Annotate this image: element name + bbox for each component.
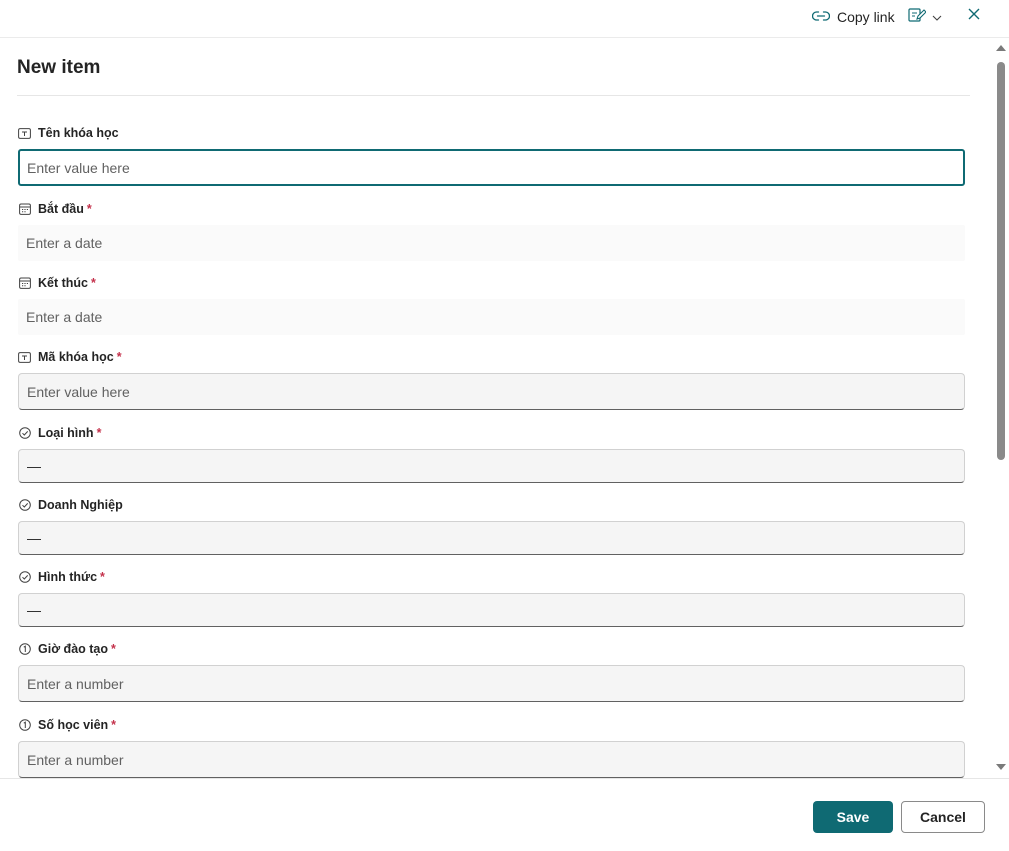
panel-footer: Save Cancel — [0, 778, 1009, 851]
choice-icon — [18, 499, 31, 512]
field-student-count: Số học viên * — [18, 717, 965, 778]
close-icon — [968, 7, 980, 25]
number-icon — [18, 643, 31, 656]
field-label-row: Tên khóa học — [18, 125, 965, 141]
field-label: Số học viên * — [38, 718, 117, 732]
field-label-row: Giờ đào tạo * — [18, 641, 965, 657]
choice-icon — [18, 571, 31, 584]
type-dropdown[interactable]: — — [18, 449, 965, 483]
field-label-row: Doanh Nghiệp — [18, 497, 965, 513]
field-enterprise: Doanh Nghiệp — — [18, 497, 965, 555]
vertical-scrollbar[interactable] — [993, 39, 1009, 778]
field-label: Tên khóa học — [38, 126, 119, 140]
text-field-icon — [18, 127, 31, 140]
field-end-date: Kết thúc * Enter a date — [18, 275, 965, 335]
student-count-field[interactable] — [27, 751, 964, 768]
field-label: Mã khóa học * — [38, 350, 122, 364]
course-name-field[interactable] — [27, 159, 963, 176]
scroll-thumb[interactable] — [997, 62, 1005, 460]
field-label: Giờ đào tạo * — [38, 642, 116, 656]
field-label-row: Hình thức * — [18, 569, 965, 585]
field-course-code: Mã khóa học * — [18, 349, 965, 410]
page-title: New item — [17, 57, 101, 78]
field-type: Loại hình * — — [18, 425, 965, 483]
format-dropdown[interactable]: — — [18, 593, 965, 627]
edit-form-button[interactable] — [908, 6, 942, 28]
enterprise-dropdown[interactable]: — — [18, 521, 965, 555]
field-label-row: Loại hình * — [18, 425, 965, 441]
course-code-input[interactable] — [18, 373, 965, 410]
scroll-up-arrow-icon[interactable] — [996, 45, 1006, 51]
edit-form-icon — [908, 7, 927, 28]
field-label: Doanh Nghiệp — [38, 498, 123, 512]
field-label-row: Mã khóa học * — [18, 349, 965, 365]
copy-link-button[interactable]: Copy link — [811, 6, 895, 28]
end-date-picker[interactable]: Enter a date — [18, 299, 965, 335]
enterprise-value: — — [27, 530, 41, 546]
divider — [17, 95, 970, 96]
calendar-icon — [18, 277, 31, 290]
start-date-picker[interactable]: Enter a date — [18, 225, 965, 261]
field-label: Loại hình * — [38, 426, 102, 440]
cancel-button[interactable]: Cancel — [901, 801, 985, 833]
form-body: New item Tên khóa học Bắt đầu* Enter a d… — [0, 39, 993, 778]
number-icon — [18, 719, 31, 732]
close-button[interactable] — [964, 6, 984, 26]
scroll-down-arrow-icon[interactable] — [996, 764, 1006, 770]
training-hours-input[interactable] — [18, 665, 965, 702]
type-value: — — [27, 458, 41, 474]
end-date-placeholder: Enter a date — [26, 309, 103, 325]
field-training-hours: Giờ đào tạo * — [18, 641, 965, 702]
course-code-field[interactable] — [27, 383, 964, 400]
link-icon — [811, 9, 831, 25]
field-course-name: Tên khóa học — [18, 125, 965, 186]
choice-icon — [18, 427, 31, 440]
field-label-row: Kết thúc * — [18, 275, 965, 291]
text-field-icon — [18, 351, 31, 364]
field-label: Bắt đầu * — [38, 202, 92, 216]
field-label: Hình thức * — [38, 570, 105, 584]
field-format: Hình thức * — — [18, 569, 965, 627]
format-value: — — [27, 602, 41, 618]
field-start-date: Bắt đầu * Enter a date — [18, 201, 965, 261]
copy-link-label: Copy link — [837, 9, 895, 25]
calendar-icon — [18, 203, 31, 216]
field-label-row: Số học viên * — [18, 717, 965, 733]
panel-header: Copy link — [0, 0, 1009, 38]
field-label: Kết thúc * — [38, 276, 96, 290]
start-date-placeholder: Enter a date — [26, 235, 103, 251]
save-button[interactable]: Save — [813, 801, 893, 833]
course-name-input[interactable] — [18, 149, 965, 186]
chevron-down-icon — [932, 8, 942, 26]
field-label-row: Bắt đầu * — [18, 201, 965, 217]
student-count-input[interactable] — [18, 741, 965, 778]
training-hours-field[interactable] — [27, 675, 964, 692]
